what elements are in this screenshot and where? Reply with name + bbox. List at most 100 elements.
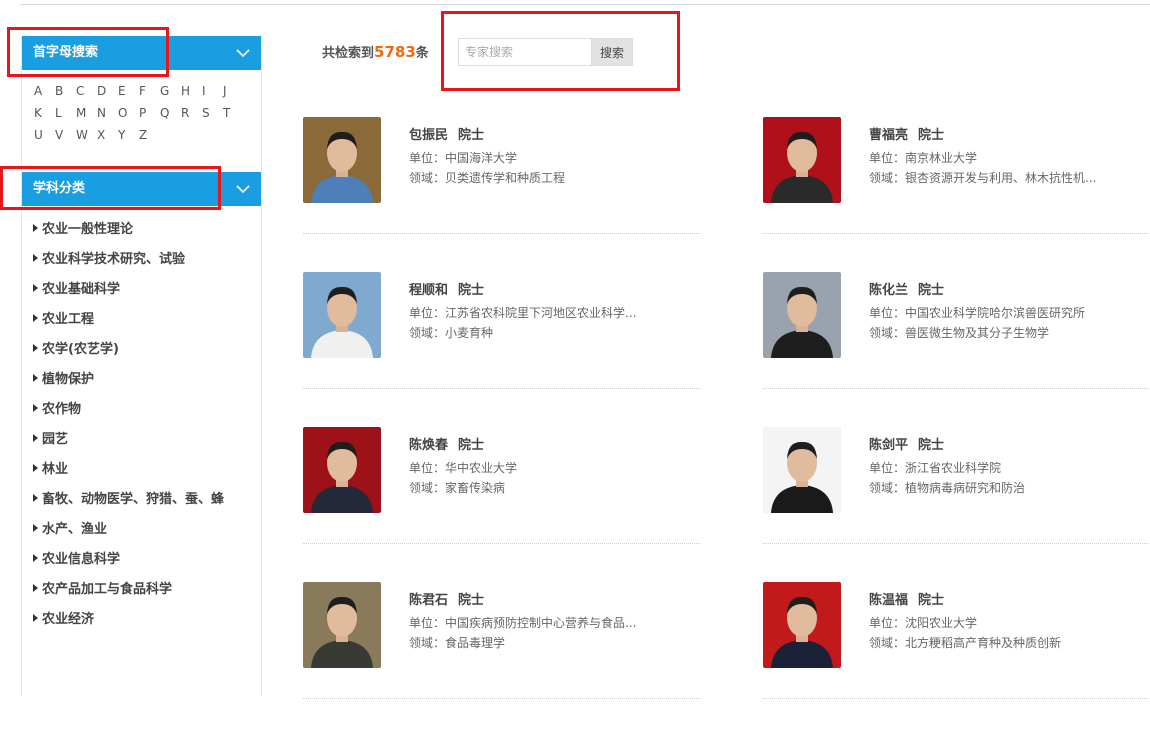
category-label: 农业一般性理论 bbox=[42, 222, 134, 237]
letter-link[interactable]: J bbox=[223, 80, 244, 102]
expert-name[interactable]: 陈温福 院士 bbox=[869, 589, 944, 608]
letter-link[interactable]: A bbox=[34, 80, 55, 102]
expert-field: 领域：北方粳稻高产育种及种质创新 bbox=[869, 636, 1062, 650]
letter-link[interactable]: F bbox=[139, 80, 160, 102]
category-label: 植物保护 bbox=[42, 372, 95, 387]
expert-name[interactable]: 程顺和 院士 bbox=[409, 279, 484, 298]
letter-link[interactable]: X bbox=[97, 124, 118, 146]
expert-photo[interactable] bbox=[763, 582, 841, 668]
expert-card: 包振民 院士 单位：中国海洋大学 领域：贝类遗传学和种质工程 bbox=[303, 117, 701, 272]
expert-photo[interactable] bbox=[303, 272, 381, 358]
category-item[interactable]: 农业基础科学 bbox=[33, 276, 224, 306]
expert-unit: 单位：中国海洋大学 bbox=[409, 151, 518, 165]
caret-right-icon bbox=[33, 434, 38, 442]
expert-unit: 单位：浙江省农业科学院 bbox=[869, 461, 1002, 475]
letter-link[interactable]: K bbox=[34, 102, 55, 124]
category-item[interactable]: 林业 bbox=[33, 456, 224, 486]
category-label: 农业信息科学 bbox=[42, 552, 121, 567]
expert-name-text: 陈化兰 bbox=[869, 283, 909, 298]
letter-link[interactable]: D bbox=[97, 80, 118, 102]
expert-photo[interactable] bbox=[763, 117, 841, 203]
letter-link[interactable]: S bbox=[202, 102, 223, 124]
expert-name[interactable]: 包振民 院士 bbox=[409, 124, 484, 143]
category-label: 水产、渔业 bbox=[42, 522, 108, 537]
category-item[interactable]: 农业信息科学 bbox=[33, 546, 224, 576]
caret-right-icon bbox=[33, 314, 38, 322]
expert-name[interactable]: 陈化兰 院士 bbox=[869, 279, 944, 298]
search-input[interactable] bbox=[458, 38, 592, 66]
expert-unit: 单位：南京林业大学 bbox=[869, 151, 978, 165]
letter-link[interactable]: Y bbox=[118, 124, 139, 146]
letter-link[interactable]: T bbox=[223, 102, 244, 124]
card-divider bbox=[763, 388, 1150, 389]
card-divider bbox=[763, 698, 1150, 699]
category-item[interactable]: 农学(农艺学) bbox=[33, 336, 224, 366]
expert-field: 领域：植物病毒病研究和防治 bbox=[869, 481, 1026, 495]
caret-right-icon bbox=[33, 614, 38, 622]
letter-link[interactable]: U bbox=[34, 124, 55, 146]
category-item[interactable]: 农作物 bbox=[33, 396, 224, 426]
category-item[interactable]: 农业经济 bbox=[33, 606, 224, 636]
expert-photo[interactable] bbox=[303, 117, 381, 203]
card-divider bbox=[303, 698, 701, 699]
letter-link[interactable]: N bbox=[97, 102, 118, 124]
letter-link[interactable]: I bbox=[202, 80, 223, 102]
letter-link[interactable]: W bbox=[76, 124, 97, 146]
caret-right-icon bbox=[33, 374, 38, 382]
expert-photo[interactable] bbox=[303, 582, 381, 668]
category-item[interactable]: 农产品加工与食品科学 bbox=[33, 576, 224, 606]
category-label: 农产品加工与食品科学 bbox=[42, 582, 173, 597]
expert-card: 陈君石 院士 单位：中国疾病预防控制中心营养与食品... 领域：食品毒理学 bbox=[303, 582, 701, 737]
expert-title: 院士 bbox=[458, 593, 485, 608]
card-divider bbox=[763, 543, 1150, 544]
expert-photo[interactable] bbox=[763, 427, 841, 513]
letter-link[interactable]: G bbox=[160, 80, 181, 102]
expert-name[interactable]: 陈焕春 院士 bbox=[409, 434, 484, 453]
letter-link[interactable]: V bbox=[55, 124, 76, 146]
expert-title: 院士 bbox=[458, 283, 485, 298]
category-label: 农学(农艺学) bbox=[42, 342, 119, 357]
expert-name-text: 陈温福 bbox=[869, 593, 909, 608]
category-item[interactable]: 畜牧、动物医学、狩猎、蚕、蜂 bbox=[33, 486, 224, 516]
letter-link[interactable]: Z bbox=[139, 124, 160, 146]
letter-link[interactable]: R bbox=[181, 102, 202, 124]
letter-link[interactable]: P bbox=[139, 102, 160, 124]
expert-name[interactable]: 陈剑平 院士 bbox=[869, 434, 944, 453]
letter-link[interactable]: C bbox=[76, 80, 97, 102]
expert-photo[interactable] bbox=[763, 272, 841, 358]
card-divider bbox=[303, 388, 701, 389]
letter-link[interactable]: L bbox=[55, 102, 76, 124]
category-item[interactable]: 农业一般性理论 bbox=[33, 216, 224, 246]
result-count: 共检索到5783条 bbox=[322, 42, 429, 61]
expert-title: 院士 bbox=[458, 438, 485, 453]
highlight-box-category bbox=[0, 166, 221, 210]
category-item[interactable]: 水产、渔业 bbox=[33, 516, 224, 546]
caret-right-icon bbox=[33, 584, 38, 592]
expert-name-text: 程顺和 bbox=[409, 283, 449, 298]
search-button[interactable]: 搜索 bbox=[592, 38, 633, 66]
caret-right-icon bbox=[33, 404, 38, 412]
letter-link[interactable]: H bbox=[181, 80, 202, 102]
expert-title: 院士 bbox=[918, 593, 945, 608]
expert-photo[interactable] bbox=[303, 427, 381, 513]
letter-link[interactable]: E bbox=[118, 80, 139, 102]
category-item[interactable]: 植物保护 bbox=[33, 366, 224, 396]
expert-name[interactable]: 曹福亮 院士 bbox=[869, 124, 944, 143]
expert-unit: 单位：华中农业大学 bbox=[409, 461, 518, 475]
category-label: 农业科学技术研究、试验 bbox=[42, 252, 186, 267]
category-item[interactable]: 园艺 bbox=[33, 426, 224, 456]
expert-card: 程顺和 院士 单位：江苏省农科院里下河地区农业科学... 领域：小麦育种 bbox=[303, 272, 701, 427]
expert-field: 领域：银杏资源开发与利用、林木抗性机... bbox=[869, 171, 1097, 185]
expert-unit: 单位：江苏省农科院里下河地区农业科学... bbox=[409, 306, 637, 320]
expert-name[interactable]: 陈君石 院士 bbox=[409, 589, 484, 608]
letter-link[interactable]: Q bbox=[160, 102, 181, 124]
letter-link[interactable]: M bbox=[76, 102, 97, 124]
category-item[interactable]: 农业工程 bbox=[33, 306, 224, 336]
expert-field: 领域：兽医微生物及其分子生物学 bbox=[869, 326, 1050, 340]
card-divider bbox=[303, 233, 701, 234]
letter-link[interactable]: O bbox=[118, 102, 139, 124]
card-divider bbox=[303, 543, 701, 544]
letter-link[interactable]: B bbox=[55, 80, 76, 102]
top-divider bbox=[20, 4, 1150, 5]
category-item[interactable]: 农业科学技术研究、试验 bbox=[33, 246, 224, 276]
